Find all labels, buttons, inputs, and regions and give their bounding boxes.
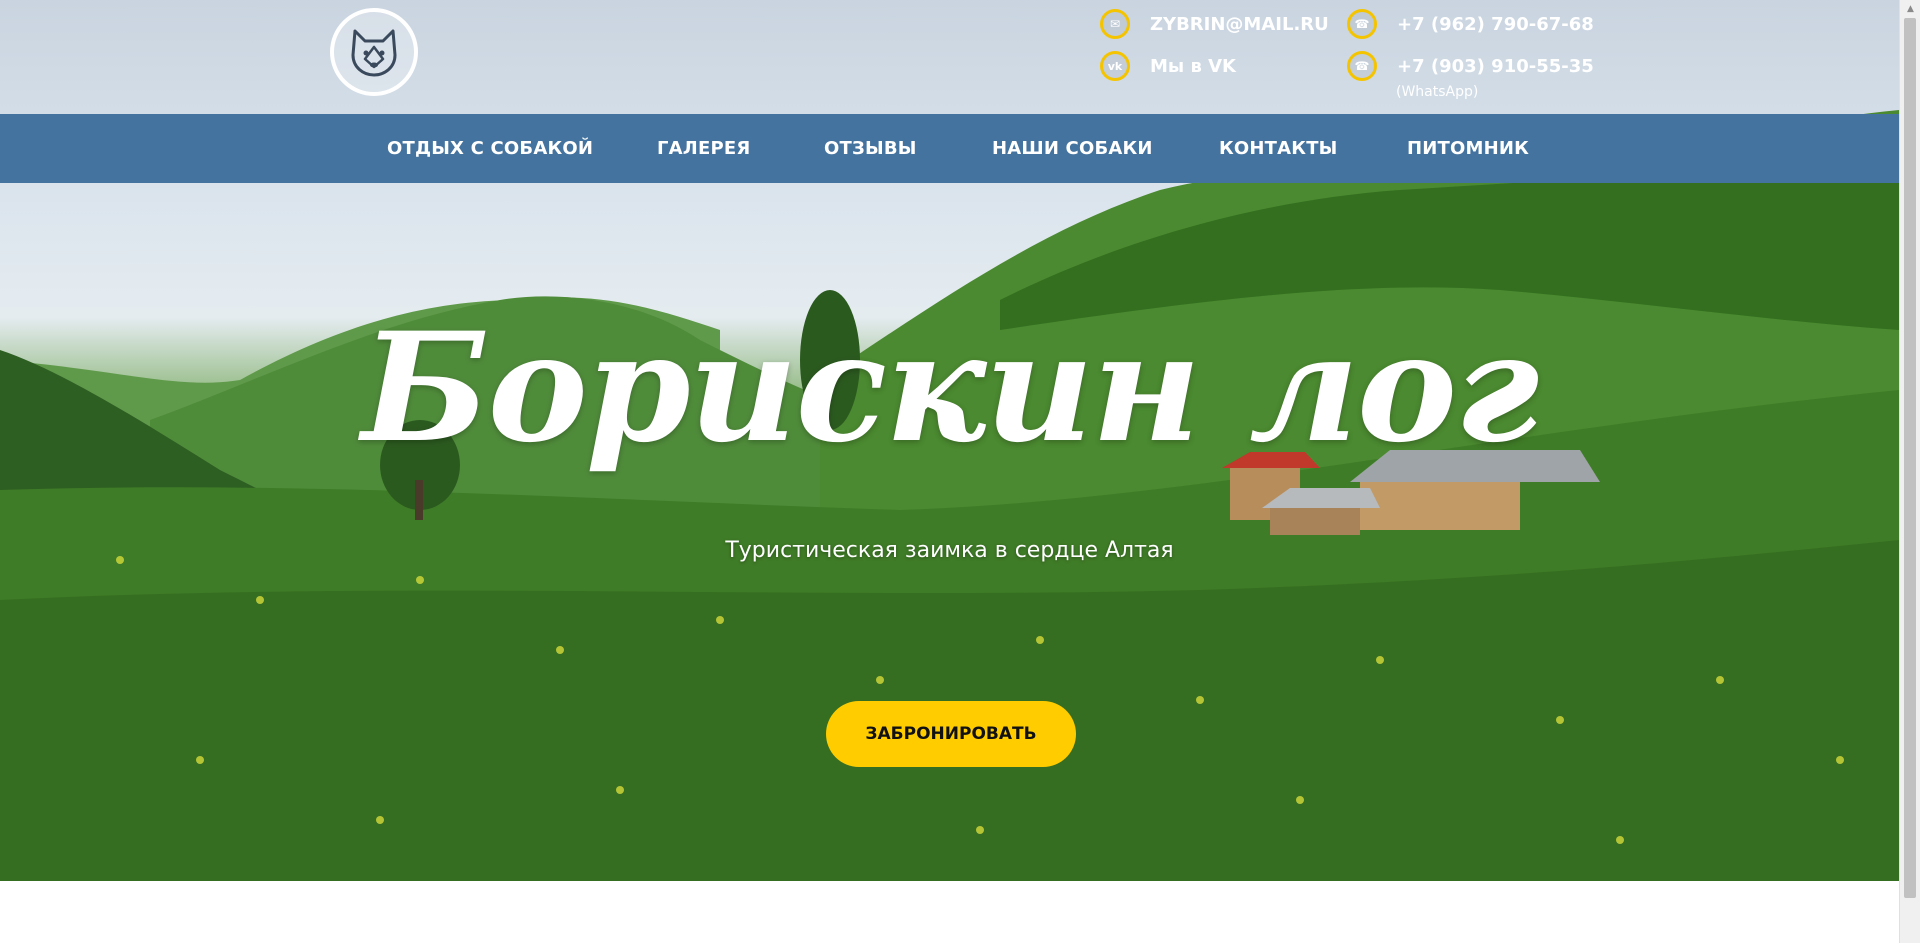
nav-item-our-dogs[interactable]: НАШИ СОБАКИ bbox=[992, 114, 1153, 183]
main-nav: ОТДЫХ С СОБАКОЙ ГАЛЕРЕЯ ОТЗЫВЫ НАШИ СОБА… bbox=[0, 114, 1899, 183]
husky-dog-icon bbox=[351, 29, 397, 77]
phone-2-text[interactable]: +7 (903) 910-55-35 bbox=[1397, 56, 1594, 77]
hero-title: Борискин лог bbox=[361, 300, 1540, 476]
email-text[interactable]: ZYBRIN@MAIL.RU bbox=[1150, 14, 1329, 35]
vk-icon: vk bbox=[1100, 51, 1130, 81]
phone-1-text[interactable]: +7 (962) 790-67-68 bbox=[1397, 14, 1594, 35]
scroll-up-arrow-icon[interactable]: ▲ bbox=[1900, 0, 1920, 17]
top-header: ✉ ZYBRIN@MAIL.RU vk Мы в VK ☎ +7 (962) 7… bbox=[0, 0, 1899, 114]
logo[interactable] bbox=[330, 8, 418, 96]
nav-item-reviews[interactable]: ОТЗЫВЫ bbox=[824, 114, 917, 183]
hero-subtitle: Туристическая заимка в сердце Алтая bbox=[725, 538, 1174, 563]
vk-link[interactable]: Мы в VK bbox=[1150, 56, 1236, 77]
phone-contact-2[interactable]: ☎ +7 (903) 910-55-35 bbox=[1347, 51, 1594, 81]
page: ✉ ZYBRIN@MAIL.RU vk Мы в VK ☎ +7 (962) 7… bbox=[0, 0, 1899, 943]
nav-item-gallery[interactable]: ГАЛЕРЕЯ bbox=[657, 114, 750, 183]
phone-contact-1[interactable]: ☎ +7 (962) 790-67-68 bbox=[1347, 9, 1594, 39]
nav-item-kennel[interactable]: ПИТОМНИК bbox=[1407, 114, 1529, 183]
phone-icon: ☎ bbox=[1347, 9, 1377, 39]
nav-item-contacts[interactable]: КОНТАКТЫ bbox=[1219, 114, 1338, 183]
email-contact[interactable]: ✉ ZYBRIN@MAIL.RU bbox=[1100, 9, 1329, 39]
whatsapp-note: (WhatsApp) bbox=[1396, 84, 1479, 100]
vk-contact[interactable]: vk Мы в VK bbox=[1100, 51, 1236, 81]
scrollbar-thumb[interactable] bbox=[1904, 18, 1916, 898]
book-button[interactable]: ЗАБРОНИРОВАТЬ bbox=[826, 701, 1076, 767]
phone-icon: ☎ bbox=[1347, 51, 1377, 81]
mail-icon: ✉ bbox=[1100, 9, 1130, 39]
nav-item-rest-with-dog[interactable]: ОТДЫХ С СОБАКОЙ bbox=[387, 114, 593, 183]
vertical-scrollbar[interactable]: ▲ bbox=[1899, 0, 1920, 943]
